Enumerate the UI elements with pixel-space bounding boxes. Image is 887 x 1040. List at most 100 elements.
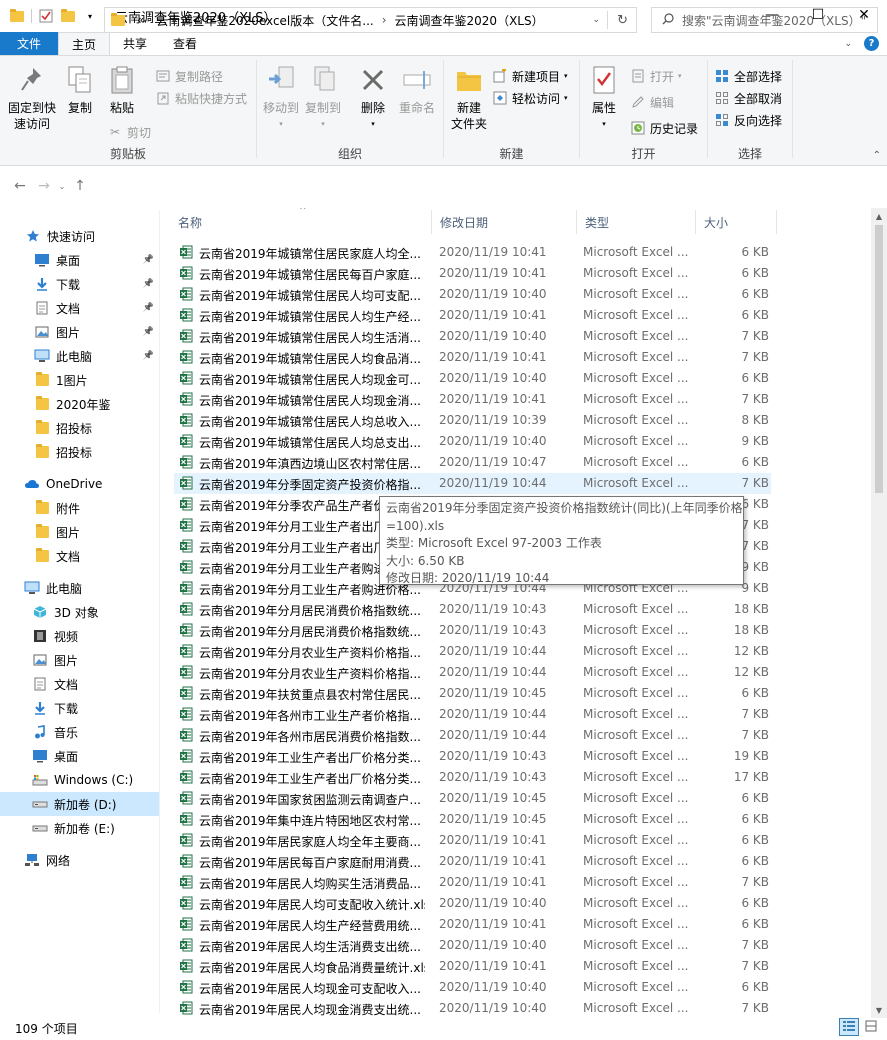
search-input[interactable]: 搜索"云南调查年鉴2020（XLS）" [651, 7, 878, 33]
file-row[interactable]: 云南省2019年城镇常住居民人均生产经... 2020/11/19 10:41 Mi… [174, 305, 771, 326]
edit-button[interactable]: 编辑 [630, 92, 674, 112]
vertical-scrollbar[interactable]: ▲ ▼ [871, 208, 887, 1018]
nav-network[interactable]: 网络 [0, 848, 159, 872]
nav-item-pc-2[interactable]: 视频 [0, 624, 159, 648]
file-row[interactable]: 云南省2019年居民家庭人均全年主要商... 2020/11/19 10:41 Mi… [174, 830, 771, 851]
select-all-button[interactable]: 全部选择 [714, 66, 782, 86]
breadcrumb-current[interactable]: 云南调查年鉴2020（XLS） [389, 12, 550, 29]
nav-item-quick-6[interactable]: 1图片 [0, 368, 159, 392]
file-row[interactable]: 云南省2019年居民人均生产经营费用统... 2020/11/19 10:41 Mi… [174, 914, 771, 935]
details-view-button[interactable] [839, 1018, 859, 1036]
copy-path-button[interactable]: 复制路径 [155, 66, 223, 86]
tab-view[interactable]: 查看 [160, 32, 210, 55]
properties-quick-icon[interactable] [38, 8, 54, 24]
history-button[interactable]: 历史记录 [630, 118, 698, 138]
paste-shortcut-button[interactable]: 粘贴快捷方式 [155, 88, 247, 108]
file-row[interactable]: 云南省2019年分月居民消费价格指数统... 2020/11/19 10:43 Mi… [174, 620, 771, 641]
file-row[interactable]: 云南省2019年工业生产者出厂价格分类... 2020/11/19 10:43 Mi… [174, 746, 771, 767]
nav-item-pc-5[interactable]: 下载 [0, 696, 159, 720]
easy-access-button[interactable]: 轻松访问 ▾ [492, 88, 568, 108]
recent-locations-icon[interactable]: ⌄ [56, 182, 68, 191]
file-row[interactable]: 云南省2019年各州市居民消费价格指数... 2020/11/19 10:44 Mi… [174, 725, 771, 746]
move-to-button[interactable]: 移动到 ▾ [261, 64, 301, 132]
file-row[interactable]: 云南省2019年分季固定资产投资价格指... 2020/11/19 10:44 Mi… [174, 473, 771, 494]
invert-selection-button[interactable]: 反向选择 [714, 110, 782, 130]
file-row[interactable]: 云南省2019年各州市工业生产者价格指... 2020/11/19 10:44 Mi… [174, 704, 771, 725]
column-header-name[interactable]: 名称 [170, 208, 431, 236]
delete-button[interactable]: 删除 ▾ [355, 64, 391, 132]
nav-item-pc-7[interactable]: 桌面 [0, 744, 159, 768]
paste-button[interactable]: 粘贴 [104, 64, 140, 116]
rename-button[interactable]: 重命名 [395, 64, 439, 116]
nav-item-pc-4[interactable]: 文档 [0, 672, 159, 696]
nav-item-pc-9[interactable]: 新加卷 (D:) [0, 792, 159, 816]
large-icons-view-button[interactable] [861, 1018, 881, 1036]
properties-button[interactable]: 属性 ▾ [586, 64, 622, 132]
open-button[interactable]: 打开 ▾ [630, 66, 682, 86]
file-row[interactable]: 云南省2019年城镇常住居民人均可支配... 2020/11/19 10:40 Mi… [174, 284, 771, 305]
nav-item-quick-8[interactable]: 招投标 [0, 416, 159, 440]
pin-quick-access-button[interactable]: 固定到快 速访问 [6, 64, 58, 132]
file-row[interactable]: 云南省2019年城镇常住居民家庭人均全... 2020/11/19 10:41 Mi… [174, 242, 771, 263]
file-row[interactable]: 云南省2019年居民人均购买生活消费品... 2020/11/19 10:41 Mi… [174, 872, 771, 893]
back-button[interactable]: ← [8, 178, 32, 194]
nav-item-quick-1[interactable]: 桌面 📌 [0, 248, 159, 272]
nav-item-quick-5[interactable]: 此电脑 📌 [0, 344, 159, 368]
chevron-right-icon[interactable]: › [380, 13, 389, 27]
tab-home[interactable]: 主页 [58, 32, 111, 55]
new-item-button[interactable]: 新建项目 ▾ [492, 66, 568, 86]
nav-item-onedrive-2[interactable]: 图片 [0, 520, 159, 544]
customize-quick-access-icon[interactable]: ▾ [82, 8, 98, 24]
select-none-button[interactable]: 全部取消 [714, 88, 782, 108]
nav-item-pc-10[interactable]: 新加卷 (E:) [0, 816, 159, 840]
file-row[interactable]: 云南省2019年城镇常住居民人均现金可... 2020/11/19 10:40 Mi… [174, 368, 771, 389]
nav-item-onedrive-1[interactable]: 附件 [0, 496, 159, 520]
file-row[interactable]: 云南省2019年居民人均现金可支配收入... 2020/11/19 10:40 Mi… [174, 977, 771, 998]
nav-item-quick-9[interactable]: 招投标 [0, 440, 159, 464]
nav-item-quick-3[interactable]: 文档 📌 [0, 296, 159, 320]
tab-share[interactable]: 共享 [110, 32, 160, 55]
file-row[interactable]: 云南省2019年滇西边境山区农村常住居... 2020/11/19 10:47 Mi… [174, 452, 771, 473]
address-history-dropdown-icon[interactable]: ⌄ [592, 15, 600, 25]
breadcrumb-overflow[interactable]: « [125, 13, 150, 27]
forward-button[interactable]: → [32, 178, 56, 194]
file-row[interactable]: 云南省2019年城镇常住居民人均生活消... 2020/11/19 10:40 Mi… [174, 326, 771, 347]
file-row[interactable]: 云南省2019年居民人均现金消费支出统... 2020/11/19 10:40 Mi… [174, 998, 771, 1018]
nav-item-quick-7[interactable]: 2020年鉴 [0, 392, 159, 416]
file-row[interactable]: 云南省2019年分月农业生产资料价格指... 2020/11/19 10:44 Mi… [174, 641, 771, 662]
address-bar[interactable]: « 云南调查年鉴2020excel版本（文件名... › 云南调查年鉴2020（… [104, 7, 637, 33]
file-row[interactable]: 云南省2019年城镇常住居民人均总支出... 2020/11/19 10:40 Mi… [174, 431, 771, 452]
nav-this-pc[interactable]: 此电脑 [0, 576, 159, 600]
nav-quick-access[interactable]: 快速访问 [0, 224, 159, 248]
scrollbar-thumb[interactable] [875, 225, 883, 493]
copy-to-button[interactable]: 复制到 ▾ [303, 64, 343, 132]
help-icon[interactable]: ? [864, 36, 879, 51]
nav-item-onedrive-3[interactable]: 文档 [0, 544, 159, 568]
expand-ribbon-icon[interactable]: ⌄ [844, 39, 852, 49]
file-row[interactable]: 云南省2019年集中连片特困地区农村常... 2020/11/19 10:45 Mi… [174, 809, 771, 830]
file-row[interactable]: 云南省2019年扶贫重点县农村常住居民... 2020/11/19 10:45 Mi… [174, 683, 771, 704]
cut-button[interactable]: ✂ 剪切 [107, 122, 151, 142]
file-row[interactable]: 云南省2019年居民人均可支配收入统计.xls 2020/11/19 10:40 M… [174, 893, 771, 914]
file-row[interactable]: 云南省2019年城镇常住居民人均总收入... 2020/11/19 10:39 Mi… [174, 410, 771, 431]
nav-item-pc-8[interactable]: Windows (C:) [0, 768, 159, 792]
collapse-ribbon-icon[interactable]: ⌃ [873, 150, 881, 161]
nav-item-quick-4[interactable]: 图片 📌 [0, 320, 159, 344]
breadcrumb-parent[interactable]: 云南调查年鉴2020excel版本（文件名... [150, 12, 379, 29]
divider[interactable] [776, 210, 777, 234]
new-folder-button[interactable]: 新建 文件夹 [448, 64, 490, 132]
nav-item-quick-2[interactable]: 下载 📌 [0, 272, 159, 296]
file-row[interactable]: 云南省2019年城镇常住居民每百户家庭... 2020/11/19 10:41 Mi… [174, 263, 771, 284]
column-header-type[interactable]: 类型 [577, 208, 695, 236]
column-header-size[interactable]: 大小 [696, 208, 776, 236]
file-row[interactable]: 云南省2019年分月居民消费价格指数统... 2020/11/19 10:43 Mi… [174, 599, 771, 620]
file-row[interactable]: 云南省2019年居民每百户家庭耐用消费... 2020/11/19 10:41 Mi… [174, 851, 771, 872]
nav-onedrive[interactable]: OneDrive [0, 472, 159, 496]
new-folder-quick-icon[interactable] [60, 8, 76, 24]
file-row[interactable]: 云南省2019年居民人均生活消费支出统... 2020/11/19 10:40 Mi… [174, 935, 771, 956]
column-header-date[interactable]: 修改日期 [432, 208, 576, 236]
file-row[interactable]: 云南省2019年工业生产者出厂价格分类... 2020/11/19 10:43 Mi… [174, 767, 771, 788]
refresh-icon[interactable]: ↻ [617, 13, 628, 28]
file-row[interactable]: 云南省2019年城镇常住居民人均现金消... 2020/11/19 10:41 Mi… [174, 389, 771, 410]
up-button[interactable]: ↑ [68, 178, 92, 194]
